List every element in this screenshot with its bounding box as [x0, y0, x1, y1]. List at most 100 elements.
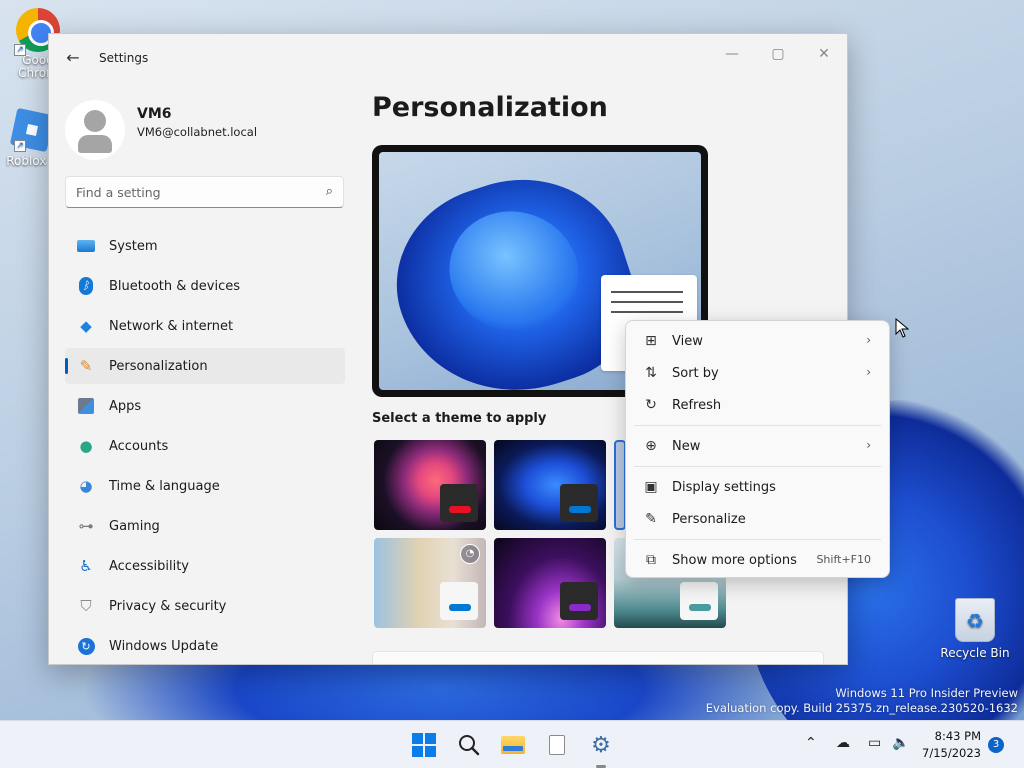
- sidebar-nav: System ᛒ Bluetooth & devices ◆ Network &…: [65, 228, 345, 664]
- sidebar-item-gaming[interactable]: ⊶ Gaming: [65, 508, 345, 544]
- cloud-offline-icon[interactable]: ☁: [836, 735, 850, 751]
- chevron-right-icon: ›: [866, 438, 871, 452]
- sidebar-item-label: System: [109, 238, 158, 254]
- maximize-button[interactable]: ▢: [755, 40, 801, 68]
- globe-clock-icon: ◕: [79, 477, 93, 495]
- menu-item-label: New: [672, 438, 701, 454]
- sidebar-item-apps[interactable]: Apps: [65, 388, 345, 424]
- sidebar-item-label: Accessibility: [109, 558, 189, 574]
- sidebar-item-label: Time & language: [109, 478, 220, 494]
- chevron-right-icon: ›: [866, 365, 871, 379]
- sidebar-item-bluetooth[interactable]: ᛒ Bluetooth & devices: [65, 268, 345, 304]
- notepad-button[interactable]: [543, 731, 571, 759]
- desktop-icon-recycle-bin[interactable]: ♻ Recycle Bin: [937, 598, 1013, 660]
- volume-icon[interactable]: 🔈: [892, 735, 909, 751]
- refresh-icon: ↻: [645, 397, 657, 413]
- menu-item-personalize[interactable]: ✎ Personalize: [630, 503, 885, 535]
- update-icon: ↻: [75, 637, 97, 655]
- back-button[interactable]: ←: [61, 48, 85, 68]
- person-icon: ●: [79, 437, 93, 455]
- window-title: Settings: [99, 51, 149, 65]
- sidebar-item-label: Personalization: [109, 358, 208, 374]
- menu-item-show-more-options[interactable]: ⧉ Show more options Shift+F10: [630, 544, 885, 576]
- menu-separator: [634, 539, 881, 540]
- desktop-context-menu: ⊞ View › ⇅ Sort by › ↻ Refresh ⊕ New › ▣…: [625, 320, 890, 578]
- menu-item-new[interactable]: ⊕ New ›: [630, 430, 885, 462]
- plus-circle-icon: ⊕: [645, 438, 657, 454]
- theme-spotlight[interactable]: ◔: [374, 538, 486, 628]
- sidebar-item-privacy[interactable]: ⛉ Privacy & security: [65, 588, 345, 624]
- sidebar-item-label: Bluetooth & devices: [109, 278, 240, 294]
- notepad-icon: [549, 735, 565, 755]
- desktop-icon-label: Recycle Bin: [940, 646, 1010, 660]
- theme-windows-dark[interactable]: [494, 440, 606, 530]
- user-name: VM6: [137, 106, 172, 122]
- shield-icon: ⛉: [80, 597, 92, 615]
- theme-accent: [569, 604, 591, 611]
- page-title: Personalization: [372, 92, 608, 123]
- start-button[interactable]: [410, 731, 438, 759]
- apps-icon: [75, 397, 97, 415]
- gear-icon: ⚙: [591, 732, 611, 758]
- accessibility-icon: ♿: [79, 557, 93, 575]
- arrow-left-icon: ←: [66, 48, 80, 67]
- spotlight-icon: ◔: [460, 544, 480, 564]
- search-input[interactable]: [66, 177, 296, 207]
- settings-taskbar-button[interactable]: ⚙: [587, 731, 615, 759]
- menu-item-display-settings[interactable]: ▣ Display settings: [630, 471, 885, 503]
- sidebar-item-system[interactable]: System: [65, 228, 345, 264]
- wifi-icon: ◆: [80, 317, 92, 335]
- theme-accent: [449, 604, 471, 611]
- grid-icon: ⊞: [645, 333, 657, 349]
- search-box[interactable]: ⌕: [65, 176, 344, 208]
- gamepad-icon: ⊶: [78, 517, 94, 535]
- chevron-right-icon: ›: [866, 333, 871, 347]
- sidebar-item-personalization[interactable]: ✎ Personalization: [65, 348, 345, 384]
- file-explorer-button[interactable]: [499, 731, 527, 759]
- bluetooth-icon: ᛒ: [75, 277, 97, 295]
- chevron-up-icon[interactable]: ⌃: [805, 735, 817, 751]
- menu-item-label: Personalize: [672, 511, 746, 527]
- theme-accent: [449, 506, 471, 513]
- menu-item-label: Refresh: [672, 397, 722, 413]
- search-icon[interactable]: ⌕: [326, 184, 333, 199]
- search-icon: [459, 735, 480, 756]
- sidebar-item-label: Privacy & security: [109, 598, 227, 614]
- menu-item-sort-by[interactable]: ⇅ Sort by ›: [630, 357, 885, 389]
- sidebar-item-accounts[interactable]: ● Accounts: [65, 428, 345, 464]
- sidebar-item-time-language[interactable]: ◕ Time & language: [65, 468, 345, 504]
- menu-item-label: View: [672, 333, 703, 349]
- display-settings-icon: ▣: [644, 479, 658, 495]
- sidebar-item-label: Apps: [109, 398, 142, 414]
- monitor-icon: [75, 237, 97, 255]
- taskbar: ⚙ ⌃ ☁ ▭ 🔈 8:43 PM 7/15/2023 3: [0, 720, 1024, 768]
- brush-icon: ✎: [79, 357, 93, 375]
- clock-date[interactable]: 7/15/2023: [922, 746, 981, 760]
- sidebar-item-label: Windows Update: [109, 638, 219, 654]
- network-icon[interactable]: ▭: [868, 735, 881, 751]
- menu-item-label: Display settings: [672, 479, 776, 495]
- sidebar-item-windows-update[interactable]: ↻ Windows Update: [65, 628, 345, 664]
- sidebar-item-accessibility[interactable]: ♿ Accessibility: [65, 548, 345, 584]
- theme-accent: [569, 506, 591, 513]
- search-button[interactable]: [455, 731, 483, 759]
- notification-badge[interactable]: 3: [988, 737, 1004, 753]
- settings-card[interactable]: [372, 651, 824, 664]
- close-button[interactable]: ✕: [801, 40, 847, 68]
- theme-accent: [689, 604, 711, 611]
- watermark-line-2: Evaluation copy. Build 25375.zn_release.…: [705, 701, 1018, 715]
- theme-glow[interactable]: [374, 440, 486, 530]
- sidebar-item-label: Accounts: [109, 438, 169, 454]
- folder-icon: [501, 736, 525, 754]
- clock-time[interactable]: 8:43 PM: [935, 729, 981, 743]
- minimize-button[interactable]: —: [709, 40, 755, 68]
- menu-item-label: Sort by: [672, 365, 719, 381]
- avatar[interactable]: [65, 100, 125, 160]
- sidebar-item-label: Gaming: [109, 518, 160, 534]
- menu-item-refresh[interactable]: ↻ Refresh: [630, 389, 885, 421]
- title-bar[interactable]: ← Settings — ▢ ✕: [49, 34, 847, 82]
- menu-item-shortcut: Shift+F10: [816, 553, 871, 566]
- menu-item-view[interactable]: ⊞ View ›: [630, 325, 885, 357]
- sidebar-item-network[interactable]: ◆ Network & internet: [65, 308, 345, 344]
- theme-captured-motion[interactable]: [494, 538, 606, 628]
